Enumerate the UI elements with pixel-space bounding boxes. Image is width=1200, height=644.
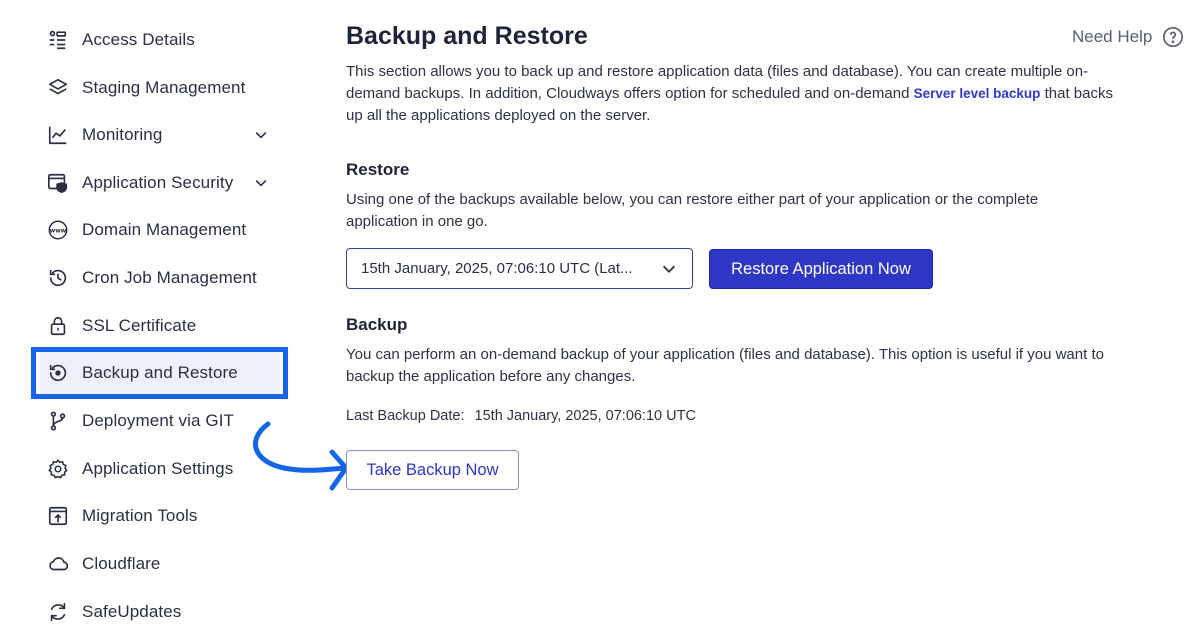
sidebar-item-label: SafeUpdates <box>82 602 182 621</box>
layers-icon <box>46 76 70 100</box>
question-circle-icon <box>1163 27 1184 47</box>
restore-title: Restore <box>346 160 410 179</box>
cloud-icon <box>46 552 70 576</box>
active-item-highlight <box>31 347 288 399</box>
sidebar-item-label: SSL Certificate <box>82 316 197 335</box>
sidebar-item-safeupdates[interactable]: SafeUpdates <box>40 590 280 634</box>
history-clock-icon <box>46 266 70 290</box>
sidebar-item-cron-job-management[interactable]: Cron Job Management <box>40 256 280 300</box>
gear-icon <box>46 457 70 481</box>
sidebar-item-label: Deployment via GIT <box>82 411 235 430</box>
backup-title: Backup <box>346 315 408 334</box>
take-backup-button[interactable]: Take Backup Now <box>346 450 519 490</box>
chevron-down-icon <box>662 265 676 273</box>
sidebar-item-label: Migration Tools <box>82 506 198 525</box>
www-globe-icon: www <box>46 218 70 242</box>
last-backup-label: Last Backup Date: <box>346 408 465 424</box>
upload-box-icon <box>46 504 70 528</box>
sidebar-item-monitoring[interactable]: Monitoring <box>40 113 280 157</box>
refresh-icon <box>46 600 70 624</box>
sidebar-item-label: Cloudflare <box>82 554 161 573</box>
sidebar: Access Details Staging Management Monito… <box>0 0 300 644</box>
annotation-arrow-icon <box>253 421 349 491</box>
section-description: This section allows you to back up and r… <box>346 61 1126 127</box>
last-backup-date: Last Backup Date: 15th January, 2025, 07… <box>346 408 696 424</box>
sidebar-item-label: Domain Management <box>82 220 247 239</box>
restore-application-button[interactable]: Restore Application Now <box>709 249 933 289</box>
sidebar-item-label: Cron Job Management <box>82 268 257 287</box>
sidebar-item-label: Application Security <box>82 173 234 192</box>
backup-select-value: 15th January, 2025, 07:06:10 UTC (Lat... <box>361 260 633 277</box>
sidebar-item-label: Access Details <box>82 30 195 49</box>
svg-text:www: www <box>50 227 67 234</box>
chart-line-icon <box>46 123 70 147</box>
need-help-label: Need Help <box>1072 27 1153 46</box>
git-branch-icon <box>46 409 70 433</box>
sidebar-item-label: Staging Management <box>82 78 246 97</box>
need-help-link[interactable]: Need Help <box>1072 26 1184 48</box>
lock-icon <box>46 314 70 338</box>
last-backup-value: 15th January, 2025, 07:06:10 UTC <box>474 408 696 424</box>
sidebar-item-ssl-certificate[interactable]: SSL Certificate <box>40 304 280 348</box>
chevron-down-icon[interactable] <box>251 173 271 193</box>
page-title: Backup and Restore <box>346 22 588 50</box>
sidebar-item-staging-management[interactable]: Staging Management <box>40 66 280 110</box>
backup-description: You can perform an on-demand backup of y… <box>346 346 1104 385</box>
server-level-backup-link[interactable]: Server level backup <box>914 86 1041 101</box>
sidebar-item-cloudflare[interactable]: Cloudflare <box>40 542 280 586</box>
shield-browser-icon <box>46 171 70 195</box>
chevron-down-icon[interactable] <box>251 125 271 145</box>
sidebar-item-label: Application Settings <box>82 459 234 478</box>
restore-description: Using one of the backups available below… <box>346 191 1039 230</box>
sidebar-item-access-details[interactable]: Access Details <box>40 18 280 62</box>
sidebar-item-label: Monitoring <box>82 125 163 144</box>
access-details-icon <box>46 28 70 52</box>
sidebar-item-migration-tools[interactable]: Migration Tools <box>40 494 280 538</box>
backup-select[interactable]: 15th January, 2025, 07:06:10 UTC (Lat... <box>346 248 693 289</box>
sidebar-item-domain-management[interactable]: www Domain Management <box>40 208 280 252</box>
sidebar-item-application-security[interactable]: Application Security <box>40 161 280 205</box>
